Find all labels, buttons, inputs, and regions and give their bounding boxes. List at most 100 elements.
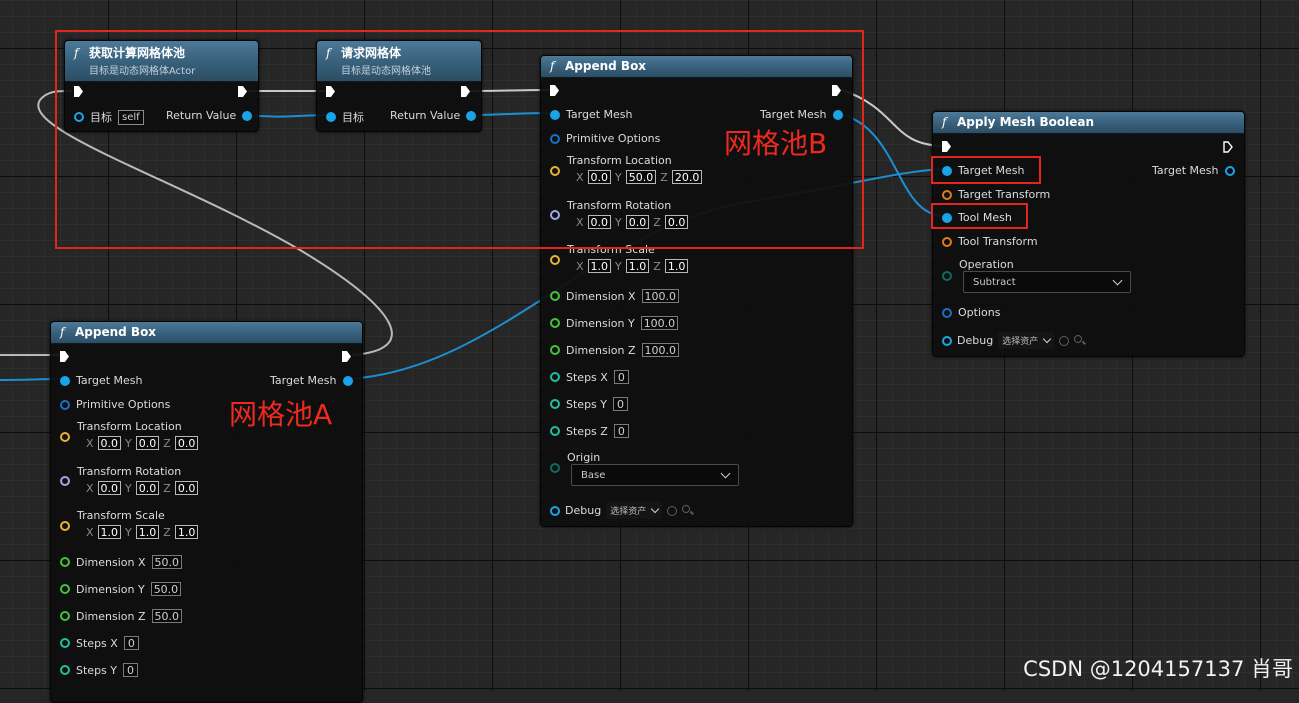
- steps-x-field[interactable]: 0: [613, 370, 629, 384]
- origin-pin[interactable]: [550, 463, 560, 473]
- dimension-y-field[interactable]: 100.0: [640, 316, 679, 330]
- dimension-y-pin[interactable]: Dimension Y 100.0: [550, 316, 679, 330]
- search-icon[interactable]: [1074, 334, 1086, 347]
- vector-pin-icon: [550, 255, 560, 265]
- transform-rotation-pin[interactable]: [60, 476, 70, 486]
- debug-asset-dropdown[interactable]: 选择资产: [606, 502, 663, 519]
- pin-label: Steps X: [566, 370, 608, 384]
- dimension-z-field[interactable]: 100.0: [641, 343, 680, 357]
- chevron-down-icon: [650, 504, 660, 514]
- operation-pin[interactable]: [942, 271, 952, 281]
- exec-in-pin[interactable]: [60, 351, 69, 362]
- scale-x-field[interactable]: 1.0: [97, 525, 122, 539]
- pin-label: Target Mesh: [1152, 164, 1219, 177]
- dimension-y-field[interactable]: 50.0: [150, 582, 182, 596]
- steps-y-field[interactable]: 0: [613, 397, 628, 411]
- function-icon: f: [942, 115, 947, 129]
- steps-y-field[interactable]: 0: [123, 663, 138, 677]
- axis-z-label: Z: [653, 259, 661, 273]
- transform-location-pin[interactable]: [60, 432, 70, 442]
- transform-scale-pin[interactable]: [60, 521, 70, 531]
- scale-y-field[interactable]: 1.0: [625, 259, 650, 273]
- steps-z-pin[interactable]: Steps Z 0: [550, 424, 629, 438]
- enum-pin-icon: [942, 271, 952, 281]
- int-pin-icon: [60, 638, 70, 648]
- transform-location-fields: X 0.0 Y 0.0 Z 0.0: [86, 436, 199, 450]
- exec-out-arrow-icon: [342, 351, 351, 362]
- operation-dropdown[interactable]: Subtract: [963, 271, 1131, 293]
- debug-pin[interactable]: Debug 选择资产: [550, 502, 694, 519]
- scale-y-field[interactable]: 1.0: [135, 525, 160, 539]
- steps-x-pin[interactable]: Steps X 0: [60, 636, 139, 650]
- transform-scale-fields: X 1.0 Y 1.0 Z 1.0: [576, 259, 689, 273]
- exec-out-pin[interactable]: [1223, 141, 1233, 153]
- loc-y-field[interactable]: 0.0: [135, 436, 160, 450]
- rotator-pin-icon: [60, 476, 70, 486]
- scale-x-field[interactable]: 1.0: [587, 259, 612, 273]
- target-transform-pin[interactable]: Target Transform: [942, 188, 1050, 201]
- steps-z-field[interactable]: 0: [613, 424, 629, 438]
- transform-scale-pin[interactable]: [550, 255, 560, 265]
- node-append-box-a[interactable]: f Append Box Target Mesh Target Mesh Pri…: [50, 321, 363, 703]
- target-mesh-in-pin[interactable]: Target Mesh: [60, 374, 143, 387]
- pin-label: Debug: [957, 334, 994, 347]
- steps-y-pin[interactable]: Steps Y 0: [60, 663, 138, 677]
- target-mesh-out-pin[interactable]: Target Mesh: [270, 374, 353, 387]
- axis-y-label: Y: [125, 436, 132, 450]
- dimension-x-pin[interactable]: Dimension X 100.0: [550, 289, 680, 303]
- transform-scale-fields: X 1.0 Y 1.0 Z 1.0: [86, 525, 199, 539]
- scale-z-field[interactable]: 1.0: [664, 259, 689, 273]
- options-pin[interactable]: Options: [942, 306, 1000, 319]
- tool-transform-pin[interactable]: Tool Transform: [942, 235, 1038, 248]
- debug-pin[interactable]: Debug 选择资产: [942, 332, 1086, 349]
- dimension-z-pin[interactable]: Dimension Z 50.0: [60, 609, 183, 623]
- browse-back-icon[interactable]: [1059, 335, 1070, 346]
- int-pin-icon: [550, 372, 560, 382]
- loc-x-field[interactable]: 0.0: [97, 436, 122, 450]
- mesh-pin-icon: [60, 375, 70, 386]
- transform-rotation-fields: X 0.0 Y 0.0 Z 0.0: [86, 481, 199, 495]
- pin-label: Debug: [565, 504, 602, 517]
- dimension-x-field[interactable]: 50.0: [151, 555, 183, 569]
- axis-z-label: Z: [163, 525, 171, 539]
- primitive-options-pin[interactable]: Primitive Options: [60, 398, 170, 411]
- vector-pin-icon: [60, 521, 70, 531]
- target-mesh-out-pin[interactable]: Target Mesh: [1152, 164, 1235, 177]
- node-header[interactable]: f Append Box: [51, 322, 362, 344]
- watermark: CSDN @1204157137 肖哥: [1023, 657, 1293, 681]
- chevron-down-icon: [1112, 275, 1123, 286]
- node-title: Append Box: [75, 325, 157, 339]
- node-header[interactable]: f Apply Mesh Boolean: [933, 112, 1244, 134]
- steps-x-pin[interactable]: Steps X 0: [550, 370, 629, 384]
- dimension-y-pin[interactable]: Dimension Y 50.0: [60, 582, 182, 596]
- steps-x-field[interactable]: 0: [123, 636, 139, 650]
- dimension-z-field[interactable]: 50.0: [151, 609, 183, 623]
- axis-y-label: Y: [125, 525, 132, 539]
- node-apply-mesh-boolean[interactable]: f Apply Mesh Boolean Target Mesh Target …: [932, 111, 1245, 357]
- axis-x-label: X: [576, 259, 584, 273]
- rot-x-field[interactable]: 0.0: [97, 481, 122, 495]
- loc-z-field[interactable]: 0.0: [174, 436, 199, 450]
- exec-out-pin[interactable]: [342, 351, 351, 362]
- exec-in-arrow-icon: [942, 141, 951, 152]
- exec-in-pin[interactable]: [942, 141, 951, 152]
- rot-z-field[interactable]: 0.0: [174, 481, 199, 495]
- axis-z-label: Z: [163, 481, 171, 495]
- pin-label: Dimension X: [76, 555, 146, 569]
- annotation-pool-a-label: 网格池A: [229, 398, 333, 431]
- rot-y-field[interactable]: 0.0: [135, 481, 160, 495]
- browse-back-icon[interactable]: [667, 505, 678, 516]
- origin-dropdown[interactable]: Base: [571, 464, 739, 486]
- function-icon: f: [60, 325, 65, 339]
- annotation-pool-b-label: 网格池B: [724, 127, 828, 160]
- operation-value: Subtract: [973, 276, 1016, 288]
- search-icon[interactable]: [682, 504, 694, 517]
- debug-asset-dropdown[interactable]: 选择资产: [998, 332, 1055, 349]
- dimension-z-pin[interactable]: Dimension Z 100.0: [550, 343, 680, 357]
- object-pin-icon: [550, 505, 560, 516]
- scale-z-field[interactable]: 1.0: [174, 525, 199, 539]
- axis-z-label: Z: [163, 436, 171, 450]
- dimension-x-field[interactable]: 100.0: [641, 289, 680, 303]
- dimension-x-pin[interactable]: Dimension X 50.0: [60, 555, 183, 569]
- steps-y-pin[interactable]: Steps Y 0: [550, 397, 628, 411]
